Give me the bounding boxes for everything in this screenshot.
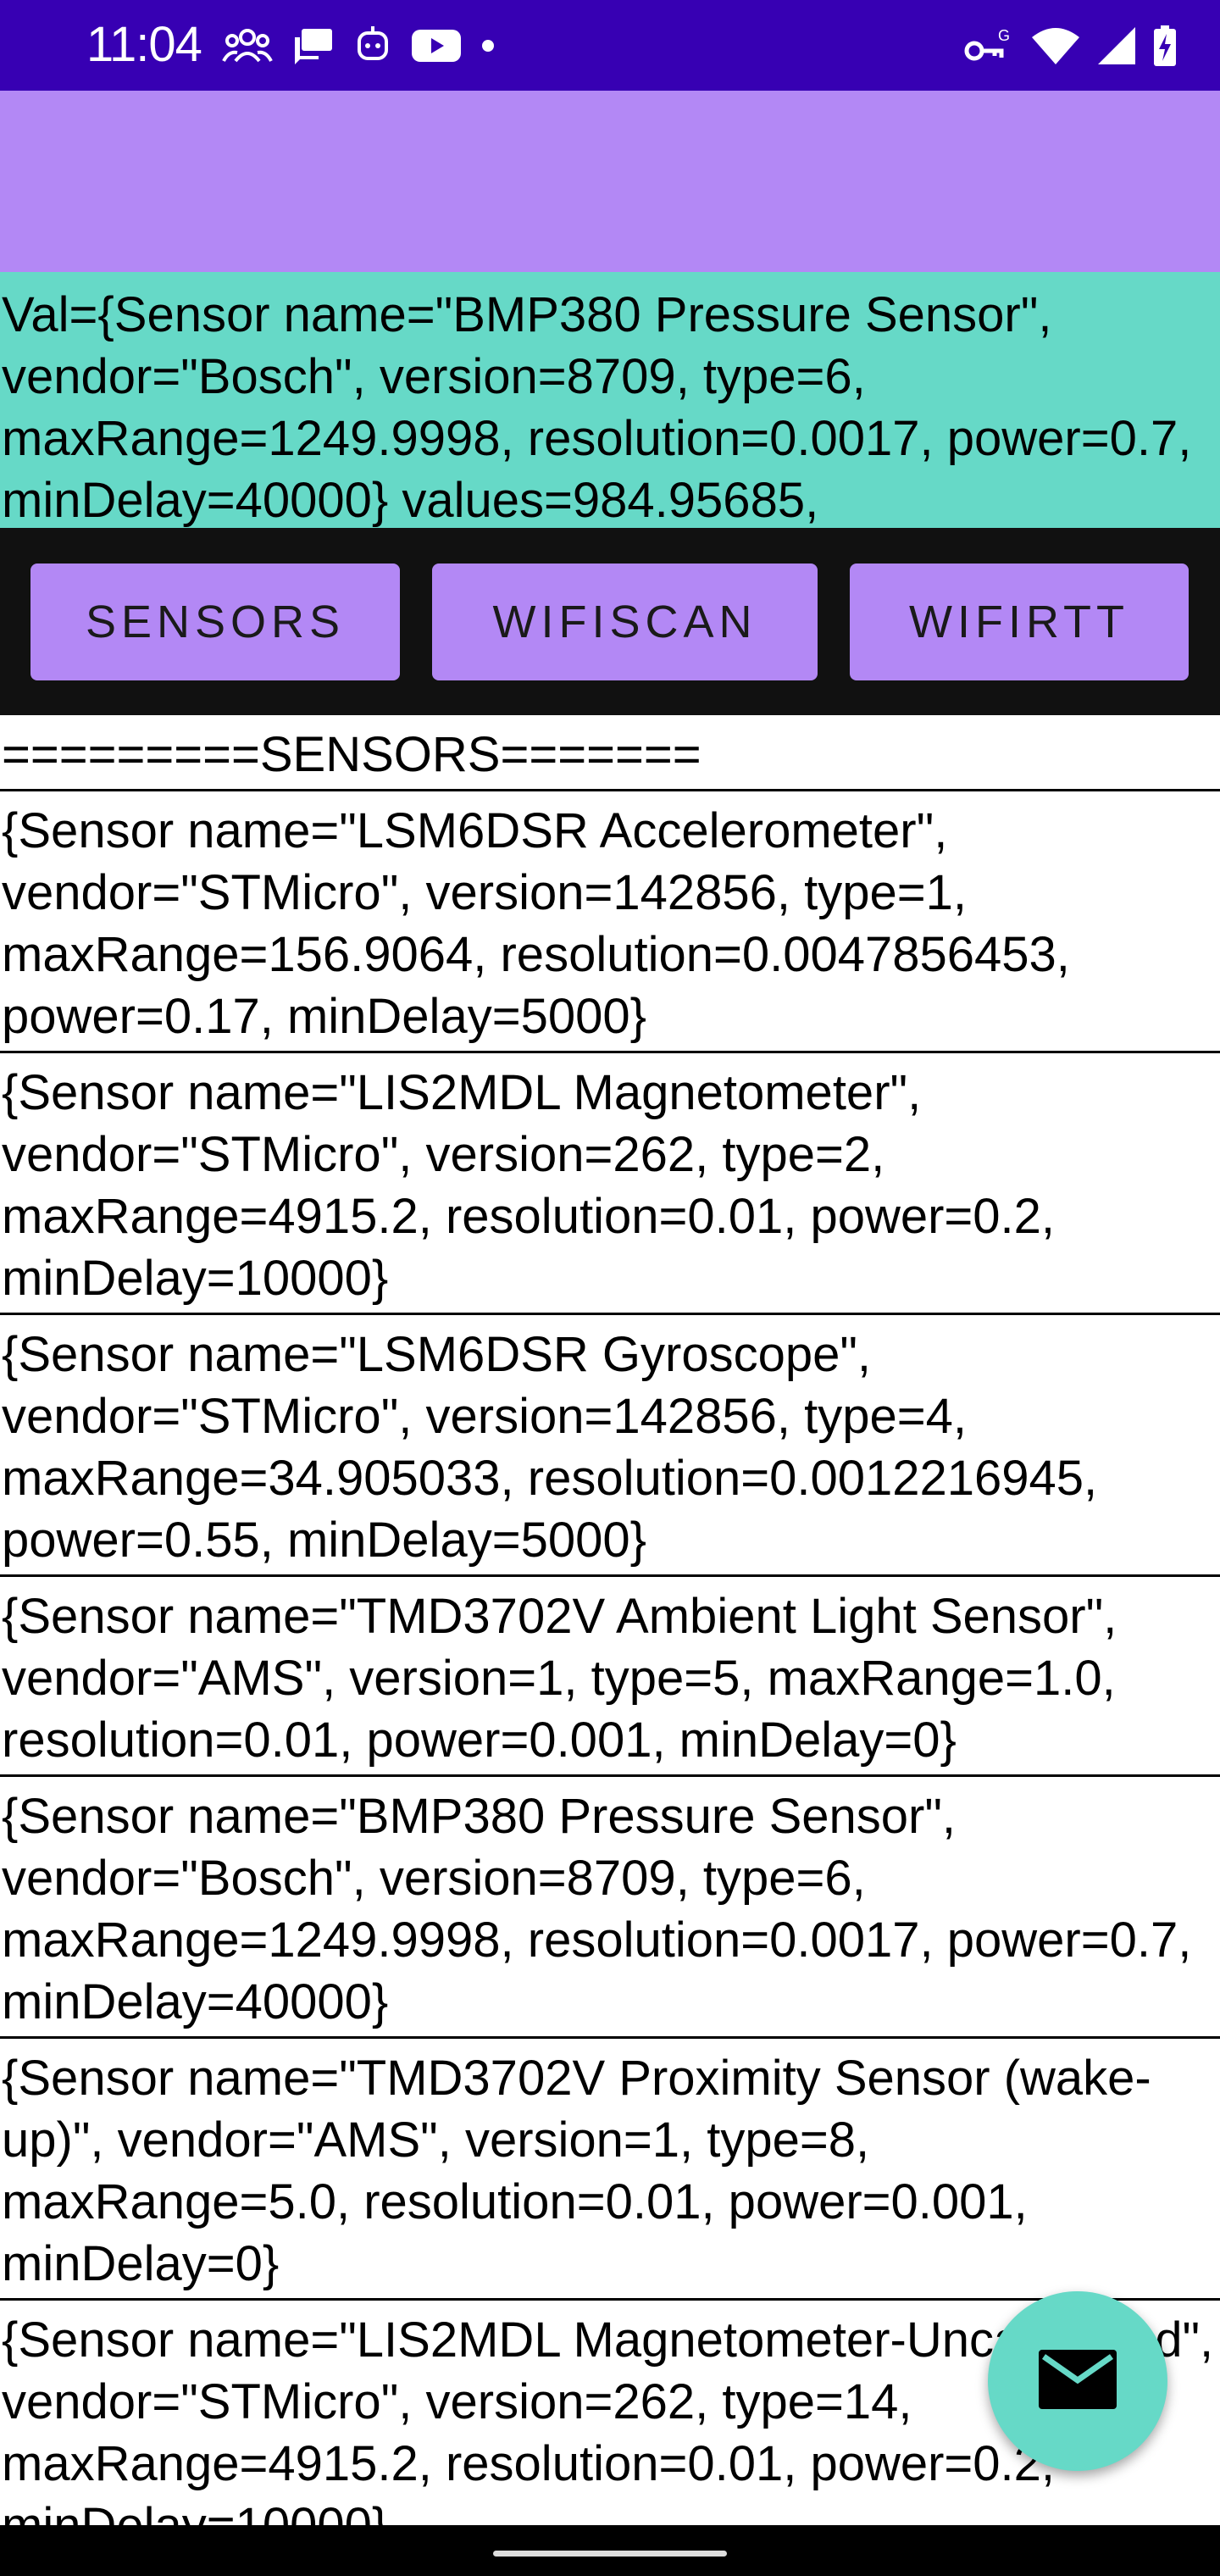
battery-charging-icon [1154, 25, 1176, 66]
group-icon [222, 27, 273, 64]
sensor-list[interactable]: =========SENSORS======= {Sensor name="LS… [0, 715, 1220, 2525]
list-item[interactable]: {Sensor name="TMD3702V Ambient Light Sen… [0, 1577, 1220, 1777]
system-icons: G [964, 20, 1176, 71]
status-bar: 11:04 G [0, 0, 1220, 91]
chat-icon [293, 27, 334, 64]
notification-icons [222, 20, 495, 71]
live-reading-text: Val={Sensor name="BMP380 Pressure Sensor… [2, 287, 1206, 528]
signal-icon [1098, 27, 1135, 64]
email-fab-button[interactable] [988, 2291, 1167, 2471]
list-item[interactable]: {Sensor name="TMD3702V Proximity Sensor … [0, 2039, 1220, 2301]
list-item[interactable]: {Sensor name="LSM6DSR Accelerometer", ve… [0, 791, 1220, 1053]
wifirtt-button[interactable]: WIFIRTT [850, 564, 1189, 680]
live-reading-panel: Val={Sensor name="BMP380 Pressure Sensor… [0, 272, 1220, 528]
home-gesture-handle[interactable] [493, 2551, 727, 2557]
app-bar [0, 91, 1220, 272]
youtube-icon [412, 28, 461, 64]
dot-icon [481, 39, 495, 53]
vpn-key-icon: G [964, 27, 1013, 64]
email-icon [1039, 2349, 1117, 2413]
button-bar: SENSORS WIFISCAN WIFIRTT [0, 528, 1220, 715]
list-item[interactable]: {Sensor name="BMP380 Pressure Sensor", v… [0, 1777, 1220, 2039]
wifi-icon [1032, 27, 1079, 64]
wifiscan-button[interactable]: WIFISCAN [432, 564, 818, 680]
svg-text:G: G [998, 27, 1010, 44]
list-item[interactable]: {Sensor name="LSM6DSR Gyroscope", vendor… [0, 1315, 1220, 1577]
list-item[interactable]: {Sensor name="LIS2MDL Magnetometer", ven… [0, 1053, 1220, 1315]
navigation-bar [0, 2525, 1220, 2576]
status-time: 11:04 [86, 17, 202, 72]
sensors-button[interactable]: SENSORS [30, 564, 400, 680]
list-header: =========SENSORS======= [0, 715, 1220, 791]
assistant-icon [354, 26, 391, 65]
